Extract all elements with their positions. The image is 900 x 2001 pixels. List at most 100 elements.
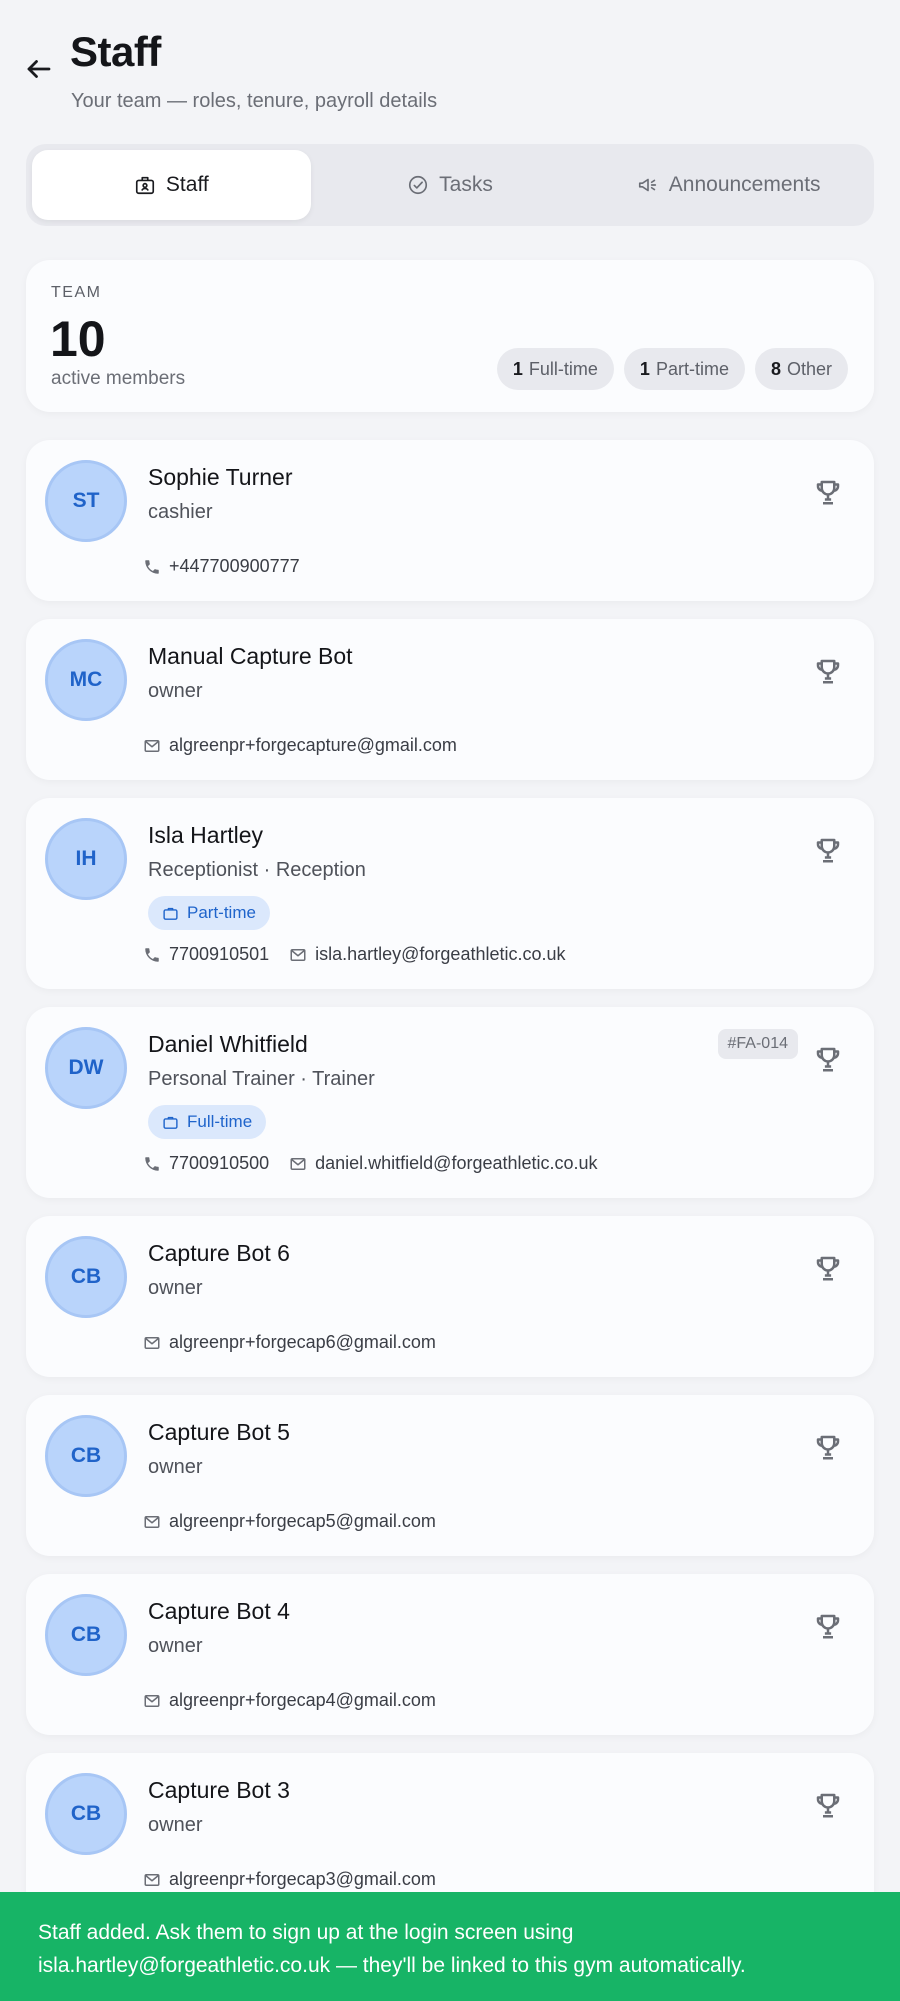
- staff-name: Capture Bot 6: [148, 1240, 290, 1266]
- avatar: DW: [45, 1027, 127, 1109]
- contact-row: algreenpr+forgecap6@gmail.com: [143, 1332, 436, 1353]
- team-subtitle: active members: [51, 368, 186, 389]
- staff-card[interactable]: DW Daniel Whitfield Personal Trainer · T…: [26, 1007, 874, 1198]
- staff-card[interactable]: CB Capture Bot 4 owner algreenpr+forgeca…: [26, 1574, 874, 1735]
- mail-icon: [290, 1157, 306, 1170]
- staff-name: Capture Bot 5: [148, 1419, 290, 1445]
- staff-role: cashier: [148, 501, 213, 523]
- briefcase-icon: [163, 907, 178, 920]
- staff-card[interactable]: MC Manual Capture Bot owner algreenpr+fo…: [26, 619, 874, 780]
- phone-contact[interactable]: 7700910500: [143, 1153, 269, 1174]
- email-contact[interactable]: isla.hartley@forgeathletic.co.uk: [289, 944, 566, 965]
- employment-badge: Full-time: [148, 1105, 267, 1139]
- id-badge-icon: [135, 176, 154, 195]
- tab-announcements-label: Announcements: [668, 173, 821, 196]
- badge-label: Part-time: [187, 903, 256, 922]
- snackbar: Staff added. Ask them to sign up at the …: [0, 1892, 900, 2001]
- staff-name: Daniel Whitfield: [148, 1031, 308, 1057]
- trophy-button[interactable]: [810, 653, 846, 689]
- chip-count: 8: [770, 358, 781, 379]
- phone-text: 7700910500: [169, 1153, 270, 1173]
- trophy-button[interactable]: [810, 1608, 846, 1644]
- contact-row: 7700910500 daniel.whitfield@forgeathleti…: [143, 1153, 598, 1174]
- trophy-button[interactable]: [810, 832, 846, 868]
- phone-icon: [145, 947, 159, 962]
- tab-tasks-label: Tasks: [439, 173, 493, 196]
- staff-name: Capture Bot 3: [148, 1777, 290, 1803]
- staff-card[interactable]: ST Sophie Turner cashier +447700900777: [26, 440, 874, 601]
- avatar: MC: [45, 639, 127, 721]
- back-button[interactable]: [20, 50, 58, 88]
- contact-row: algreenpr+forgecap5@gmail.com: [143, 1511, 436, 1532]
- trophy-icon: [816, 480, 840, 505]
- contact-row: algreenpr+forgecap3@gmail.com: [143, 1869, 436, 1890]
- employment-badge: Part-time: [148, 896, 270, 930]
- trophy-icon: [816, 659, 840, 684]
- staff-name: Sophie Turner: [148, 464, 293, 490]
- trophy-icon: [816, 1614, 840, 1639]
- arrow-left-icon: [27, 60, 51, 78]
- badge-label: Full-time: [187, 1112, 253, 1131]
- check-circle-icon: [409, 175, 428, 195]
- tab-tasks[interactable]: Tasks: [311, 150, 590, 220]
- phone-contact[interactable]: +447700900777: [143, 556, 300, 577]
- email-contact[interactable]: algreenpr+forgecap4@gmail.com: [143, 1690, 436, 1711]
- trophy-icon: [816, 1435, 840, 1460]
- email-contact[interactable]: algreenpr+forgecapture@gmail.com: [143, 735, 457, 756]
- mail-icon: [144, 1873, 160, 1886]
- tab-bar: Staff Tasks Announcements: [26, 144, 874, 226]
- email-text: algreenpr+forgecapture@gmail.com: [169, 735, 457, 755]
- page-title: Staff: [70, 28, 161, 75]
- staff-role: owner: [148, 1814, 203, 1836]
- tab-staff[interactable]: Staff: [32, 150, 311, 220]
- team-summary-card: TEAM 10 active members 1 Full-time 1 Par…: [26, 260, 874, 412]
- email-contact[interactable]: daniel.whitfield@forgeathletic.co.uk: [289, 1153, 598, 1174]
- contact-row: algreenpr+forgecap4@gmail.com: [143, 1690, 436, 1711]
- chip-count: 1: [512, 358, 523, 379]
- staff-code-badge: #FA-014: [717, 1029, 798, 1059]
- avatar: CB: [45, 1773, 127, 1855]
- staff-card[interactable]: IH Isla Hartley Receptionist · Reception…: [26, 798, 874, 989]
- phone-icon: [145, 559, 159, 574]
- mail-icon: [144, 1515, 160, 1528]
- chip-label: Part-time: [655, 358, 729, 379]
- avatar: CB: [45, 1594, 127, 1676]
- avatar: CB: [45, 1415, 127, 1497]
- mail-icon: [144, 1336, 160, 1349]
- staff-role: owner: [148, 1277, 203, 1299]
- snackbar-line-2: isla.hartley@forgeathletic.co.uk — they'…: [38, 1954, 746, 1977]
- staff-card[interactable]: CB Capture Bot 5 owner algreenpr+forgeca…: [26, 1395, 874, 1556]
- chip-label: Other: [786, 358, 832, 379]
- email-contact[interactable]: algreenpr+forgecap6@gmail.com: [143, 1332, 436, 1353]
- trophy-button[interactable]: [810, 1250, 846, 1286]
- chip-part-time: 1 Part-time: [623, 348, 745, 390]
- avatar: ST: [45, 460, 127, 542]
- staff-name: Capture Bot 4: [148, 1598, 290, 1624]
- staff-role: owner: [148, 1635, 203, 1657]
- chip-label: Full-time: [528, 358, 598, 379]
- phone-contact[interactable]: 7700910501: [143, 944, 269, 965]
- staff-card[interactable]: CB Capture Bot 3 owner algreenpr+forgeca…: [26, 1753, 874, 1914]
- mail-icon: [290, 948, 306, 961]
- staff-name: Isla Hartley: [148, 822, 264, 848]
- email-contact[interactable]: algreenpr+forgecap5@gmail.com: [143, 1511, 436, 1532]
- avatar: CB: [45, 1236, 127, 1318]
- contact-row: 7700910501 isla.hartley@forgeathletic.co…: [143, 944, 566, 965]
- trophy-button[interactable]: [810, 1429, 846, 1465]
- trophy-button[interactable]: [810, 1041, 846, 1077]
- email-text: daniel.whitfield@forgeathletic.co.uk: [315, 1153, 598, 1173]
- trophy-button[interactable]: [810, 1787, 846, 1823]
- tab-announcements[interactable]: Announcements: [589, 150, 868, 220]
- trophy-icon: [816, 1793, 840, 1818]
- contact-row: +447700900777: [143, 556, 300, 577]
- trophy-button[interactable]: [810, 474, 846, 510]
- phone-text: +447700900777: [169, 556, 300, 576]
- staff-role: Personal Trainer · Trainer: [148, 1068, 375, 1090]
- staff-list: ST Sophie Turner cashier +447700900777 M…: [26, 440, 874, 1932]
- staff-card[interactable]: CB Capture Bot 6 owner algreenpr+forgeca…: [26, 1216, 874, 1377]
- snackbar-line-1: Staff added. Ask them to sign up at the …: [38, 1921, 574, 1944]
- chip-count: 1: [639, 358, 650, 379]
- team-count: 10: [50, 311, 106, 367]
- trophy-icon: [816, 1256, 840, 1281]
- email-contact[interactable]: algreenpr+forgecap3@gmail.com: [143, 1869, 436, 1890]
